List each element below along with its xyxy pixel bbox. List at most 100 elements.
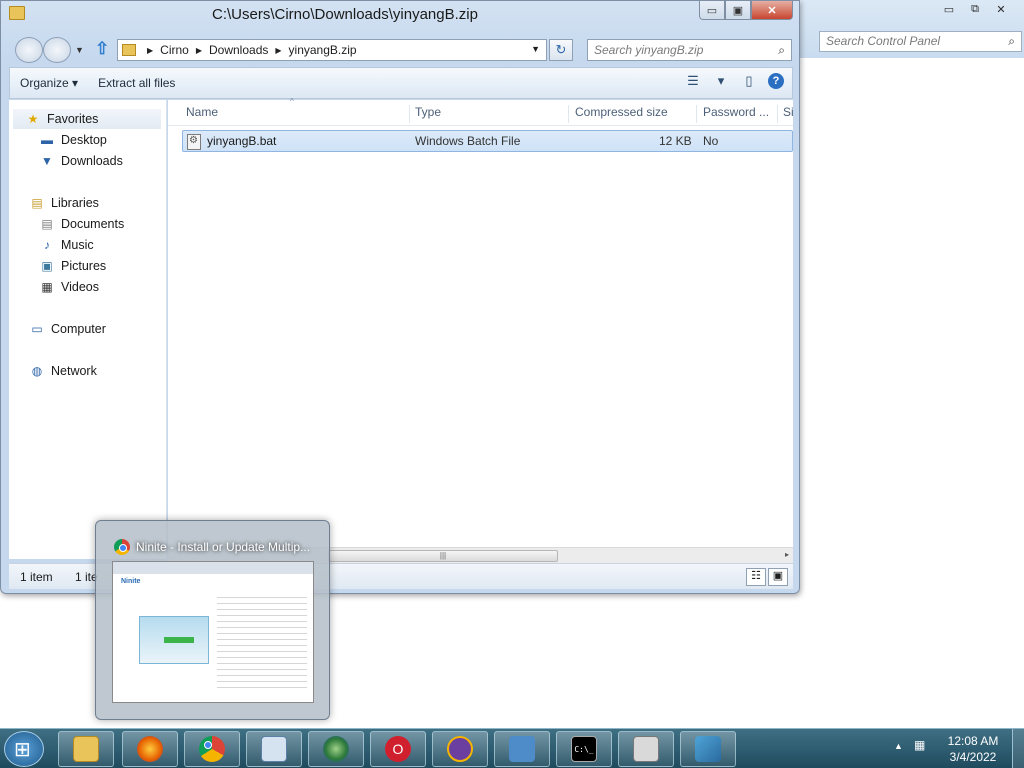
sidebar-item-label: Pictures [61, 259, 107, 273]
sidebar-item-computer[interactable]: ▭ Computer [29, 319, 106, 339]
file-password: No [703, 134, 719, 148]
thumbnail-title: Ninite - Install or Update Multip... [114, 539, 310, 555]
sidebar-item-label: Videos [61, 280, 99, 294]
zip-folder-icon [122, 44, 136, 56]
large-icons-view-button[interactable]: ▣ [768, 568, 788, 586]
taskbar-explorer[interactable] [58, 731, 114, 767]
preview-screenshot-image [139, 616, 209, 664]
system-clock[interactable]: 12:08 AM 3/4/2022 [940, 733, 1006, 765]
extract-all-files-button[interactable]: Extract all files [88, 76, 185, 90]
view-dropdown-icon[interactable]: ▾ [712, 73, 730, 89]
sidebar-item-libraries[interactable]: ▤ Libraries [29, 193, 99, 213]
search-input[interactable]: Search yinyangB.zip ⌕ [587, 39, 792, 61]
background-close-button[interactable]: ✕ [988, 0, 1014, 18]
star-icon: ★ [27, 112, 39, 126]
column-type[interactable]: Type [413, 105, 569, 123]
taskbar-thumbnail-preview[interactable]: Ninite - Install or Update Multip... Nin… [95, 520, 330, 720]
sidebar-item-desktop[interactable]: ▬ Desktop [39, 130, 107, 150]
taskbar-chrome[interactable] [184, 731, 240, 767]
start-button[interactable] [4, 731, 44, 767]
background-maximize-button[interactable]: ⧉ [962, 0, 988, 18]
table-row[interactable]: yinyangB.bat Windows Batch File 12 KB No [182, 130, 793, 152]
scroll-right-arrow[interactable]: ▸ [785, 550, 789, 559]
column-size[interactable]: Si [781, 105, 793, 123]
network-tray-icon[interactable]: ▦ [914, 738, 930, 754]
sidebar-item-network[interactable]: ◍ Network [29, 361, 97, 381]
maximize-button[interactable]: ▣ [725, 1, 751, 20]
organize-button[interactable]: Organize ▾ [10, 76, 88, 90]
pictures-icon: ▣ [41, 259, 53, 273]
navigation-pane: ★ Favorites ▬ Desktop ▼ Downloads ▤ Libr… [9, 100, 167, 559]
taskbar-globe[interactable] [308, 731, 364, 767]
preview-browser-bar [113, 562, 313, 574]
clock-time: 12:08 AM [947, 734, 999, 748]
close-button[interactable]: ✕ [751, 1, 793, 20]
chrome-icon [199, 736, 225, 762]
window-title: C:\Users\Cirno\Downloads\yinyangB.zip [212, 6, 478, 23]
taskbar-opera[interactable]: O [370, 731, 426, 767]
sidebar-item-label: Network [51, 364, 97, 378]
breadcrumb-separator[interactable]: ▶ [196, 46, 202, 55]
sidebar-item-documents[interactable]: ▤ Documents [39, 214, 124, 234]
taskbar-control-panel[interactable] [494, 731, 550, 767]
sidebar-item-favorites[interactable]: ★ Favorites [13, 109, 161, 129]
back-button[interactable] [15, 37, 43, 63]
change-view-icon[interactable]: ☰ [684, 73, 702, 89]
address-dropdown-icon[interactable]: ▼ [531, 44, 540, 54]
firefox-icon [137, 736, 163, 762]
preview-logo: Ninite [121, 578, 141, 585]
recent-pages-dropdown[interactable]: ▼ [75, 45, 84, 55]
taskbar-cmd[interactable]: C:\_ [556, 731, 612, 767]
forward-button[interactable] [43, 37, 71, 63]
help-icon[interactable]: ? [768, 73, 784, 89]
column-compressed-size[interactable]: Compressed size [573, 105, 697, 123]
sidebar-item-label: Documents [61, 217, 125, 231]
search-placeholder: Search yinyangB.zip [594, 43, 704, 57]
breadcrumb-separator[interactable]: ▶ [275, 46, 281, 55]
network-icon: ◍ [31, 364, 43, 378]
preview-app-list [217, 592, 307, 692]
sidebar-item-videos[interactable]: ▦ Videos [39, 277, 99, 297]
background-minimize-button[interactable]: ▭ [936, 0, 962, 18]
minimize-button[interactable]: ▭ [699, 1, 725, 20]
scrollbar-thumb[interactable]: ||| [328, 550, 558, 562]
breadcrumb-downloads[interactable]: Downloads [209, 43, 268, 57]
chrome-icon [114, 539, 130, 555]
refresh-button[interactable]: ↻ [549, 39, 573, 61]
sidebar-item-downloads[interactable]: ▼ Downloads [39, 151, 123, 171]
window-caption-buttons: ▭ ▣ ✕ [699, 1, 793, 20]
sidebar-item-label: Desktop [61, 133, 107, 147]
taskbar-remote-desktop[interactable] [246, 731, 302, 767]
breadcrumb-separator[interactable]: ▶ [147, 46, 153, 55]
taskbar-registry-editor[interactable] [680, 731, 736, 767]
taskbar-vpn[interactable] [432, 731, 488, 767]
search-icon[interactable]: ⌕ [778, 43, 785, 58]
sidebar-item-pictures[interactable]: ▣ Pictures [39, 256, 106, 276]
show-desktop-button[interactable] [1012, 729, 1024, 768]
computer-icon: ▭ [31, 322, 43, 336]
show-hidden-icons-button[interactable]: ▲ [894, 741, 903, 751]
address-bar[interactable]: ▶ Cirno ▶ Downloads ▶ yinyangB.zip ▼ [117, 39, 547, 61]
documents-icon: ▤ [41, 217, 53, 231]
sidebar-item-music[interactable]: ♪ Music [39, 235, 94, 255]
preview-pane-icon[interactable]: ▯ [740, 73, 758, 89]
sidebar-item-label: Music [61, 238, 94, 252]
breadcrumb-cirno[interactable]: Cirno [160, 43, 189, 57]
control-panel-search-placeholder: Search Control Panel [826, 34, 941, 48]
column-name[interactable]: Name [184, 105, 410, 123]
up-arrow-icon[interactable]: ⇧ [95, 39, 109, 59]
terminal-icon: C:\_ [571, 736, 597, 762]
column-headers: ^ Name Type Compressed size Password ...… [168, 97, 793, 126]
taskbar-calculator[interactable] [618, 731, 674, 767]
sidebar-item-label: Computer [51, 322, 106, 336]
control-panel-search-input[interactable]: Search Control Panel ⌕ [819, 31, 1022, 52]
batch-file-icon [187, 134, 201, 150]
details-view-button[interactable]: ☷ [746, 568, 766, 586]
breadcrumb-yinyangb-zip[interactable]: yinyangB.zip [289, 43, 357, 57]
calculator-icon [633, 736, 659, 762]
shield-icon [447, 736, 473, 762]
music-icon: ♪ [44, 238, 50, 252]
column-password[interactable]: Password ... [701, 105, 778, 123]
status-item-count: 1 item [20, 570, 53, 584]
taskbar-firefox[interactable] [122, 731, 178, 767]
